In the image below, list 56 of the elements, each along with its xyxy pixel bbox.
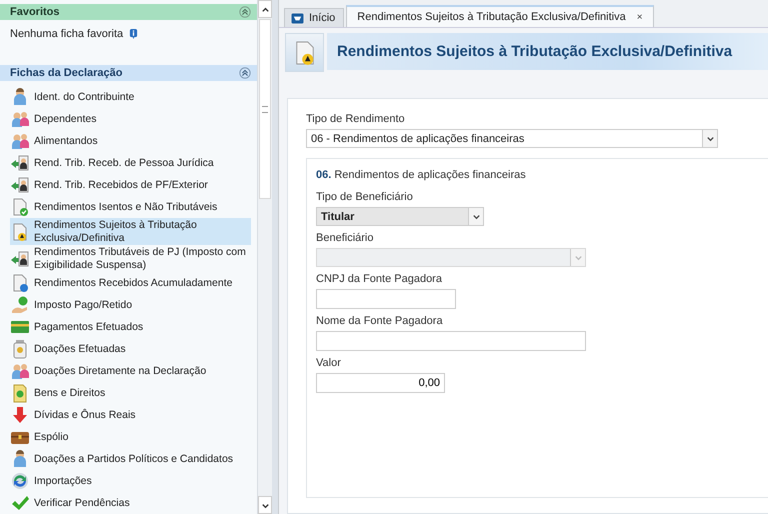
sidebar-item[interactable]: Dependentes [10,108,252,130]
section-title: Fichas da Declaração [10,67,123,79]
caret-icon [574,253,582,262]
field-label: Tipo de Rendimento [306,113,406,125]
sidebar-item[interactable]: Pagamentos Efetuados [10,316,252,338]
sidebar-item[interactable]: Rendimentos Sujeitos à Tributação Exclusiva/Definitiva [10,218,252,245]
sidebar-item[interactable]: Doações Efetuadas [10,338,252,360]
people-icon [10,131,30,151]
section-header[interactable]: Fichas da Declaração [0,65,258,81]
field-label: Beneficiário [316,232,374,244]
empty-favorites-text: Nenhuma ficha favorita [10,28,124,40]
sidebar-item[interactable]: Dívidas e Ônus Reais [10,404,252,426]
section-heading: 06. Rendimentos de aplicações financeiras [316,169,527,181]
people-icon [10,361,30,381]
sidebar-item[interactable]: Imposto Pago/Retido [10,294,252,316]
tab[interactable]: Início [284,8,344,27]
collapse-icon[interactable] [239,6,252,18]
input-field[interactable] [316,289,456,309]
amount-field[interactable]: 0,00 [316,373,445,393]
close-icon[interactable]: × [636,12,643,22]
sidebar-item[interactable]: Bens e Direitos [10,382,252,404]
favorites-title: Favoritos [10,6,60,18]
sidebar-item[interactable]: Rend. Trib. Recebidos de PF/Exterior [10,174,252,196]
sidebar-item[interactable]: Rendimentos Tributáveis de PJ (Imposto com Exigibilidade Suspensa) [10,245,252,272]
caret-icon [706,134,714,143]
sidebar-item[interactable]: Rendimentos Recebidos Acumuladamente [10,272,252,294]
sidebar-item[interactable]: Rendimentos Isentos e Não Tributáveis [10,196,252,218]
tab[interactable]: Rendimentos Sujeitos à Tributação Exclusiva/Definitiva × [346,5,654,27]
income-type-select[interactable]: 06 - Rendimentos de aplicações financeiras [306,129,718,148]
down-arrow-icon [10,405,30,425]
coin-hand-icon [10,295,30,315]
sidebar-item[interactable]: Doações a Partidos Políticos e Candidatos [10,448,252,470]
field-label: Tipo de Beneficiário [316,191,414,203]
people-icon [10,109,30,129]
sidebar-item[interactable]: Ident. do Contribuinte [10,86,252,108]
select-field[interactable]: Titular [316,207,484,226]
sidebar-item[interactable]: Rend. Trib. Receb. de Pessoa Jurídica [10,152,252,174]
person-arrow-icon [10,153,30,173]
info-icon [129,28,138,40]
person-arrow-icon [10,248,30,268]
sidebar-item[interactable]: Importações [10,470,252,492]
field-label: Valor [316,357,342,369]
favorites-header[interactable]: Favoritos [0,4,258,20]
sidebar-item[interactable]: Verificar Pendências [10,492,252,514]
input-field[interactable] [316,331,586,351]
caret-icon [472,212,480,221]
field-label: CNPJ da Fonte Pagadora [316,273,443,285]
scrollbar[interactable] [257,0,272,514]
sidebar-item[interactable]: Alimentandos [10,130,252,152]
page-title: Rendimentos Sujeitos à Tributação Exclusiva/Definitiva [337,43,732,60]
field-label: Nome da Fonte Pagadora [316,315,444,327]
document-warning-icon [294,40,316,66]
sidebar-item[interactable]: Espólio [10,426,252,448]
collapse-icon[interactable] [239,67,252,79]
person-arrow-icon [10,175,30,195]
sidebar-item[interactable]: Doações Diretamente na Declaração [10,360,252,382]
